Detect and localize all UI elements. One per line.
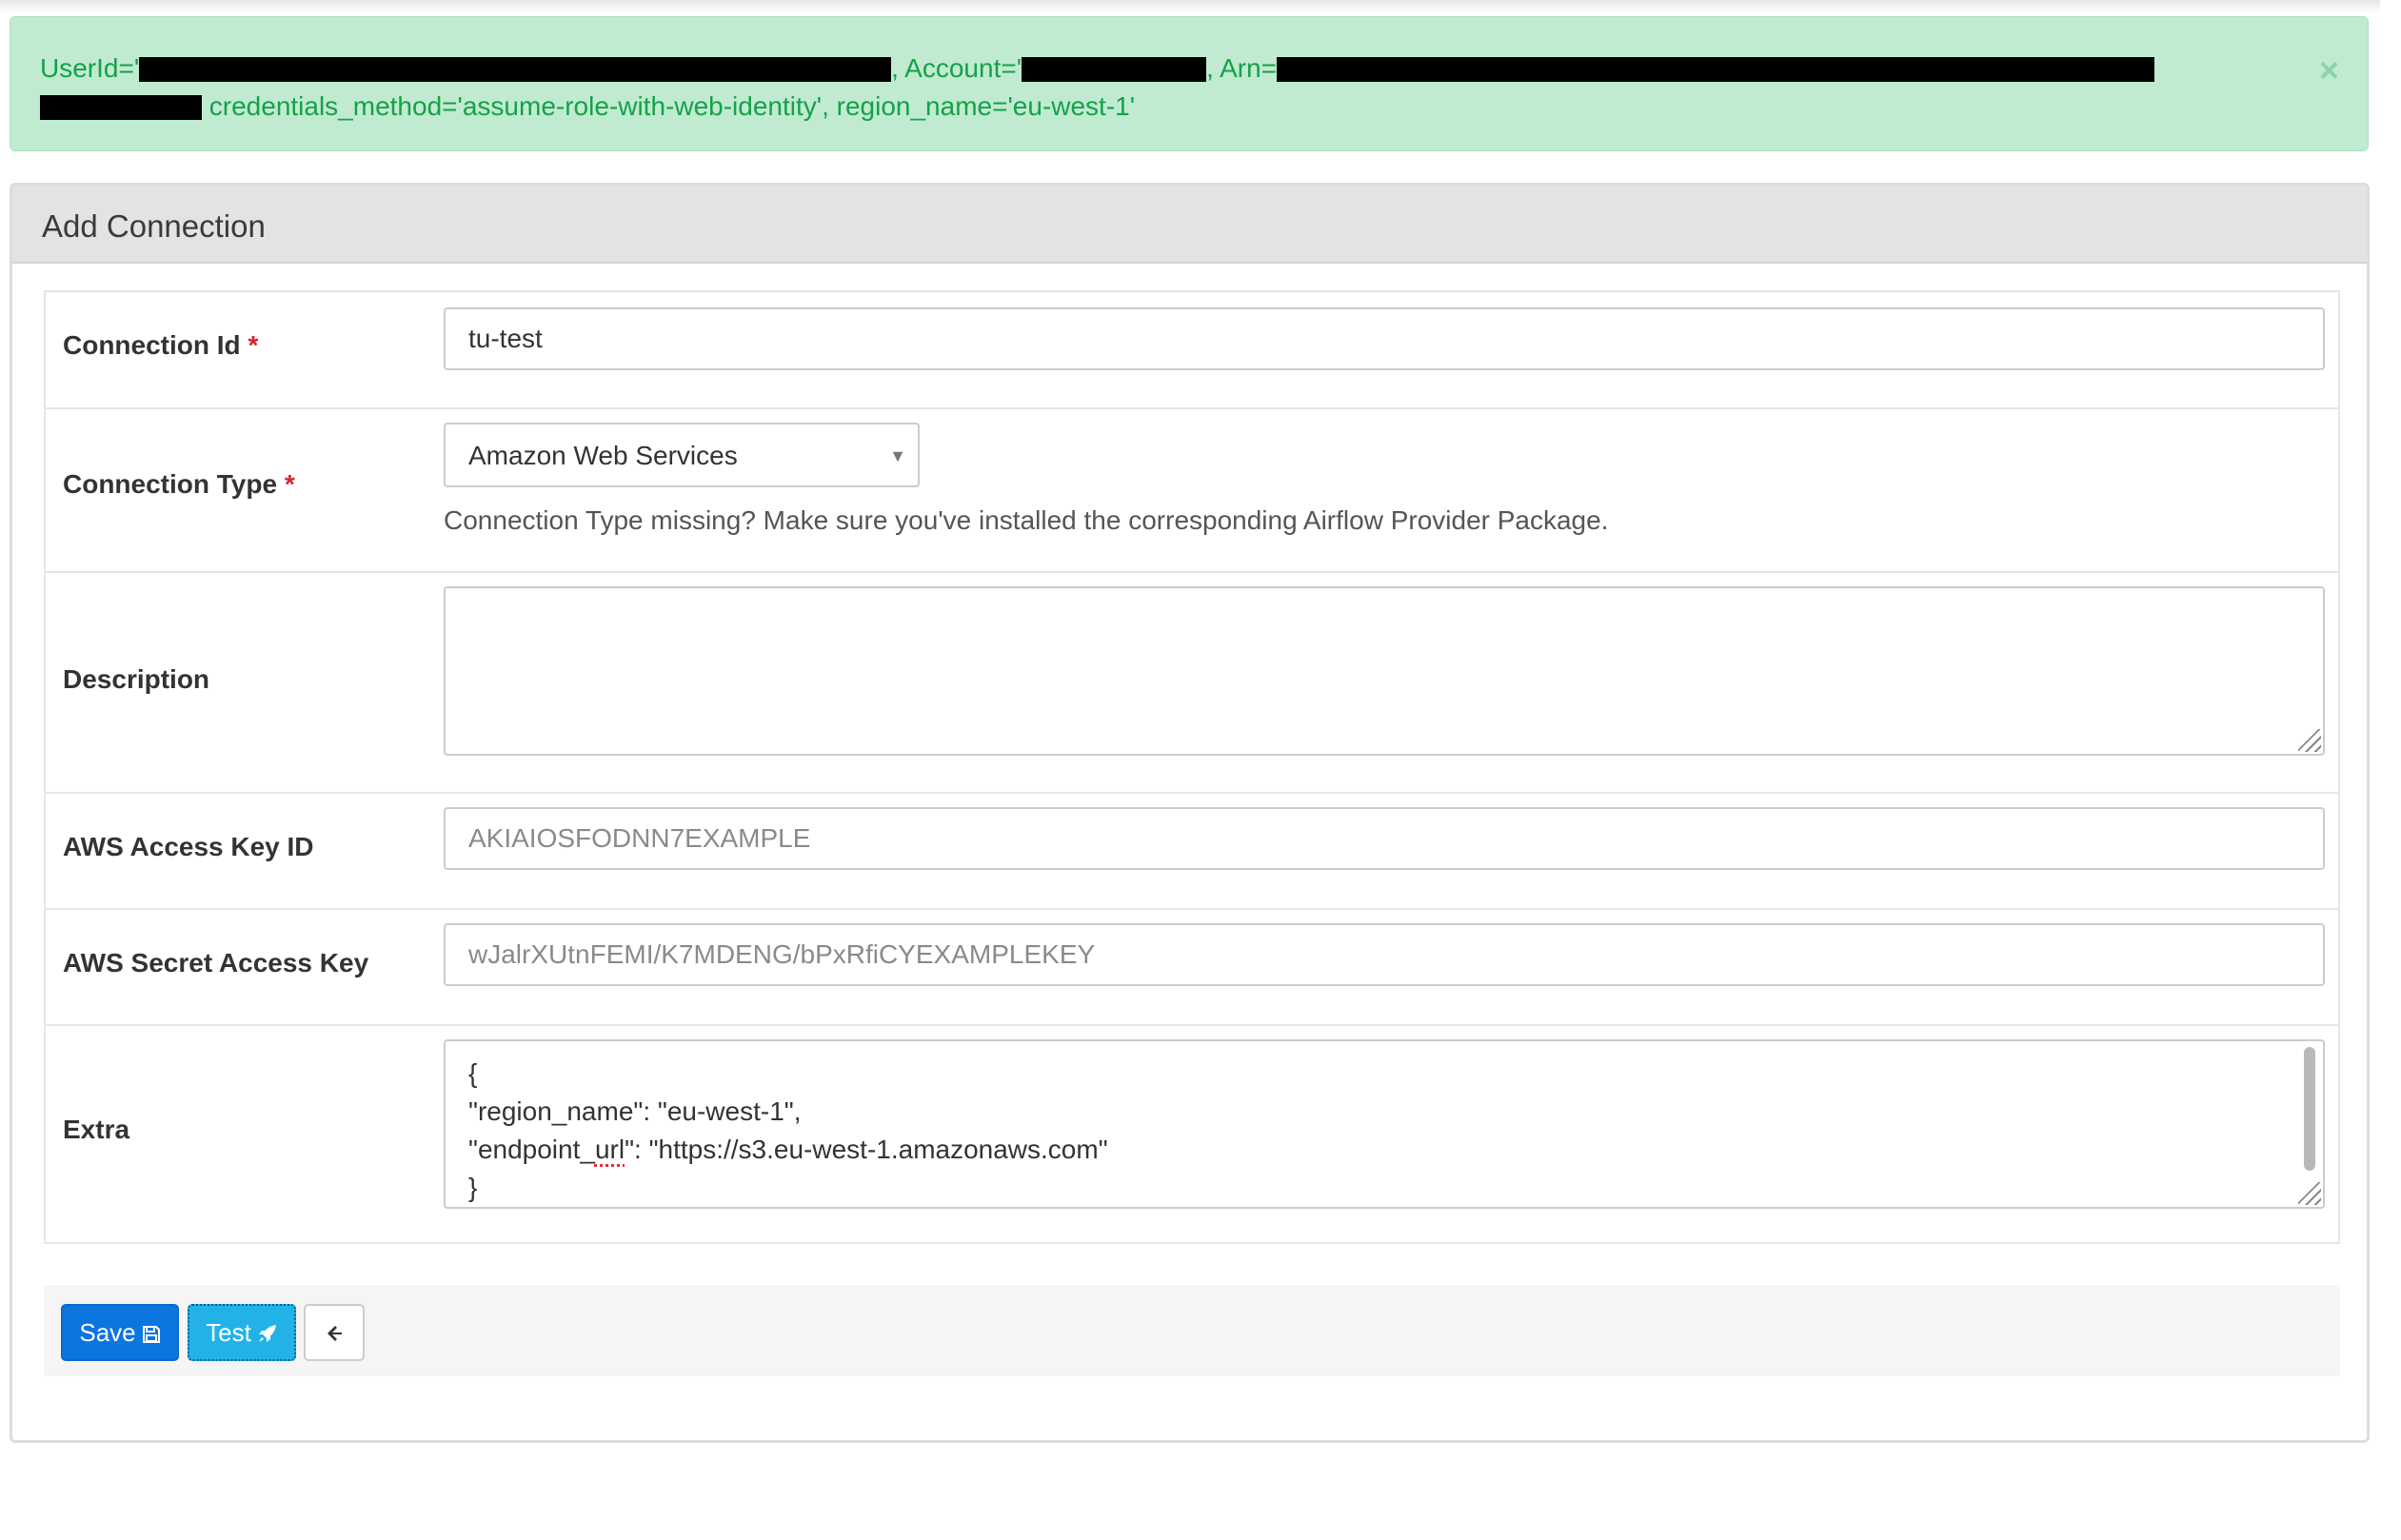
connection-id-label: Connection Id * bbox=[63, 330, 258, 361]
extra-textarea[interactable]: { "region_name": "eu-west-1", "endpoint_ur… bbox=[444, 1039, 2325, 1209]
panel-title: Add Connection bbox=[42, 208, 266, 244]
description-label: Description bbox=[63, 664, 210, 694]
resize-handle-icon[interactable] bbox=[2298, 1182, 2321, 1205]
back-button[interactable] bbox=[304, 1304, 365, 1361]
connection-form: Connection Id * tu-test Connection Type … bbox=[44, 290, 2340, 1244]
extra-json-content: { "region_name": "eu-west-1", "endpoint_ur… bbox=[468, 1055, 1108, 1207]
connection-type-selected: Amazon Web Services bbox=[468, 441, 738, 470]
connection-type-label-text: Connection Type bbox=[63, 469, 278, 499]
rocket-icon bbox=[258, 1325, 276, 1342]
form-row-aws-access-key-id: AWS Access Key ID AKIAIOSFODNN7EXAMPLE bbox=[46, 792, 2338, 910]
panel-heading: Add Connection bbox=[12, 186, 2367, 264]
test-button-label: Test bbox=[206, 1318, 251, 1347]
connection-id-input[interactable]: tu-test bbox=[444, 307, 2325, 370]
form-row-aws-secret-access-key: AWS Secret Access Key wJalrXUtnFEMI/K7MD… bbox=[46, 908, 2338, 1026]
extra-line: { bbox=[468, 1058, 478, 1088]
required-mark: * bbox=[284, 469, 295, 499]
connection-type-label: Connection Type * bbox=[63, 469, 295, 500]
redacted-account bbox=[1022, 57, 1207, 82]
form-row-extra: Extra { "region_name": "eu-west-1", "endpo… bbox=[46, 1024, 2338, 1244]
extra-line: "endpoint_url": "https://s3.eu-west-1.am… bbox=[468, 1131, 1108, 1169]
extra-line: } bbox=[468, 1173, 478, 1202]
add-connection-panel: Add Connection Connection Id * tu-test C… bbox=[10, 183, 2370, 1443]
connection-id-label-text: Connection Id bbox=[63, 330, 241, 360]
extra-line-part: ": "https://s3.eu-west-1.amazonaws.com" bbox=[625, 1135, 1108, 1164]
extra-label: Extra bbox=[63, 1115, 130, 1144]
description-textarea[interactable] bbox=[444, 586, 2325, 756]
resize-handle-icon[interactable] bbox=[2298, 729, 2321, 752]
aws-access-key-id-input[interactable]: AKIAIOSFODNN7EXAMPLE bbox=[444, 807, 2325, 870]
alert-arn-label: , Arn= bbox=[1206, 53, 1277, 83]
aws-secret-access-key-input[interactable]: wJalrXUtnFEMI/K7MDENG/bPxRfiCYEXAMPLEKEY bbox=[444, 923, 2325, 986]
success-alert: UserId=' , Account=' , Arn= credentials_me… bbox=[10, 16, 2369, 151]
scrollbar[interactable] bbox=[2300, 1045, 2319, 1178]
chevron-down-icon: ▼ bbox=[889, 446, 906, 465]
aws-access-key-id-label: AWS Access Key ID bbox=[63, 832, 314, 861]
required-mark: * bbox=[248, 330, 259, 360]
arrow-left-icon bbox=[327, 1326, 342, 1341]
connection-type-help-text: Connection Type missing? Make sure you'v… bbox=[444, 505, 1609, 535]
alert-account-label: , Account=' bbox=[891, 53, 1022, 83]
redacted-userid bbox=[139, 57, 892, 82]
alert-line-1: UserId=' , Account=' , Arn= bbox=[40, 53, 2154, 84]
redacted-arn bbox=[1277, 57, 2154, 82]
alert-line-2: credentials_method='assume-role-with-web… bbox=[40, 91, 1135, 122]
form-actions: Save Test bbox=[44, 1285, 2340, 1376]
redacted-arn-continuation bbox=[40, 95, 202, 120]
close-icon[interactable]: × bbox=[2319, 53, 2339, 88]
floppy-disk-icon bbox=[142, 1326, 160, 1343]
form-row-connection-id: Connection Id * tu-test bbox=[46, 292, 2338, 409]
top-shadow bbox=[0, 0, 2380, 13]
aws-secret-access-key-label: AWS Secret Access Key bbox=[63, 948, 369, 977]
connection-type-select[interactable]: Amazon Web Services ▼ bbox=[444, 423, 920, 487]
form-row-connection-type: Connection Type * Amazon Web Services ▼ … bbox=[46, 407, 2338, 573]
save-button-label: Save bbox=[79, 1318, 136, 1347]
scrollbar-thumb[interactable] bbox=[2304, 1047, 2315, 1171]
extra-line-part: "endpoint_ bbox=[468, 1135, 595, 1164]
save-button[interactable]: Save bbox=[61, 1304, 179, 1361]
alert-userid-label: UserId=' bbox=[40, 53, 140, 83]
spellcheck-word: url bbox=[594, 1135, 625, 1164]
alert-credentials-text: credentials_method='assume-role-with-web… bbox=[202, 91, 1136, 121]
test-button[interactable]: Test bbox=[188, 1304, 296, 1361]
form-row-description: Description bbox=[46, 571, 2338, 794]
extra-line: "region_name": "eu-west-1", bbox=[468, 1096, 802, 1126]
